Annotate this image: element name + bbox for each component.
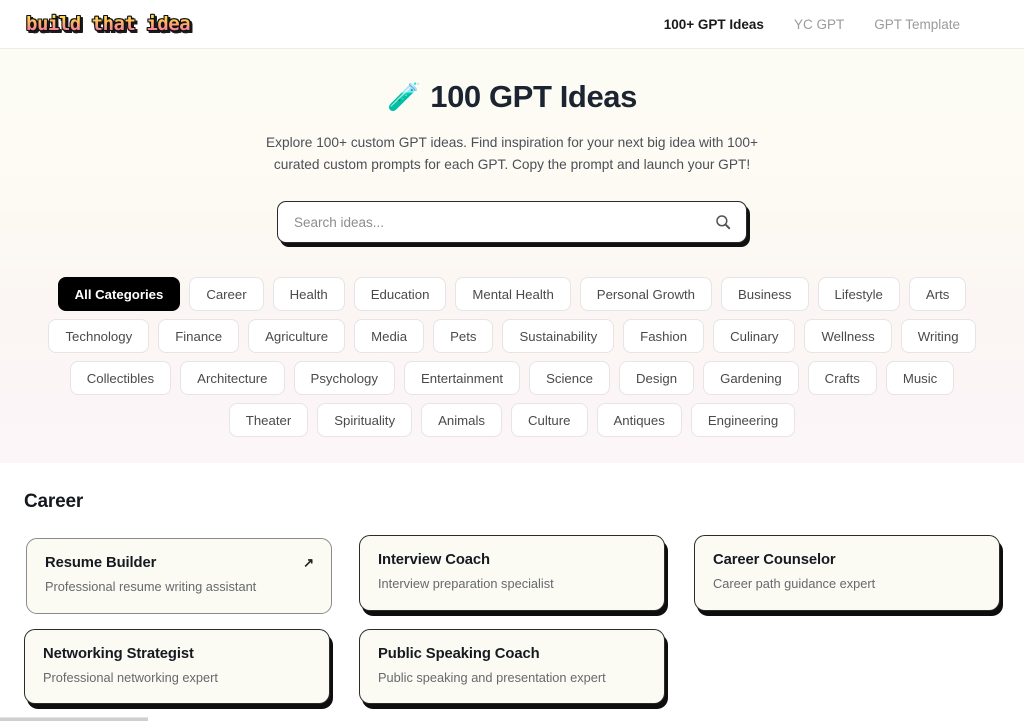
category-pill-32[interactable]: Antiques <box>596 403 682 438</box>
category-pill-19[interactable]: Collectibles <box>69 361 172 396</box>
idea-card-description: Professional resume writing assistant <box>45 579 257 595</box>
category-pill-15[interactable]: Fashion <box>623 319 705 354</box>
arrow-up-right-icon[interactable]: ↗ <box>303 556 314 569</box>
category-pill-4[interactable]: Mental Health <box>455 277 571 312</box>
category-pill-5[interactable]: Personal Growth <box>579 277 712 312</box>
category-pill-30[interactable]: Animals <box>421 403 502 438</box>
category-pill-26[interactable]: Crafts <box>807 361 877 396</box>
idea-card[interactable]: Interview Coach Interview preparation spe… <box>359 535 665 611</box>
category-pill-18[interactable]: Writing <box>900 319 976 354</box>
category-pill-29[interactable]: Spirituality <box>317 403 413 438</box>
idea-card[interactable]: Networking Strategist Professional networ… <box>24 628 330 704</box>
category-pill-22[interactable]: Entertainment <box>403 361 521 396</box>
idea-card-grid: Resume Builder Professional resume writin… <box>24 535 1000 704</box>
category-pill-10[interactable]: Finance <box>158 319 240 354</box>
search-box[interactable] <box>277 201 747 244</box>
category-pill-28[interactable]: Theater <box>228 403 309 438</box>
category-pill-1[interactable]: Career <box>189 277 264 312</box>
hero-subtitle: Explore 100+ custom GPT ideas. Find insp… <box>265 135 758 173</box>
horizontal-scrollbar[interactable] <box>0 717 148 721</box>
idea-card-title: Resume Builder <box>45 555 157 572</box>
category-pill-17[interactable]: Wellness <box>804 319 892 354</box>
category-pill-16[interactable]: Culinary <box>713 319 796 354</box>
category-pill-14[interactable]: Sustainability <box>502 319 615 354</box>
category-pill-13[interactable]: Pets <box>433 319 494 354</box>
page-root: build that idea 100+ GPT Ideas YC GPT GPT … <box>0 0 1024 721</box>
category-pill-27[interactable]: Music <box>885 361 955 396</box>
category-pill-7[interactable]: Lifestyle <box>817 277 900 312</box>
hero-section: 🧪 100 GPT Ideas Explore 100+ custom GPT … <box>0 49 1024 464</box>
site-logo[interactable]: build that idea <box>24 13 192 36</box>
search-icon[interactable] <box>714 213 732 231</box>
category-pill-23[interactable]: Science <box>529 361 611 396</box>
main-nav: 100+ GPT Ideas YC GPT GPT Template <box>664 17 1000 32</box>
category-pill-3[interactable]: Education <box>353 277 447 312</box>
page-title: 🧪 100 GPT Ideas <box>0 79 1024 115</box>
nav-link-2[interactable]: GPT Template <box>874 17 960 32</box>
idea-card-description: Career path guidance expert <box>713 576 876 592</box>
idea-card-title: Interview Coach <box>378 552 490 569</box>
idea-card-description: Interview preparation specialist <box>378 576 554 592</box>
test-tube-icon: 🧪 <box>387 81 421 112</box>
idea-card-description: Professional networking expert <box>43 669 218 685</box>
category-pill-21[interactable]: Psychology <box>293 361 395 396</box>
nav-link-0[interactable]: 100+ GPT Ideas <box>664 17 764 32</box>
results-section: Career Resume Builder Professional resume… <box>0 463 1024 704</box>
site-header: build that idea 100+ GPT Ideas YC GPT GPT … <box>0 0 1024 49</box>
category-pill-0[interactable]: All Categories <box>57 277 181 312</box>
search-container <box>277 201 747 244</box>
idea-card[interactable]: Public Speaking Coach Public speaking and… <box>359 628 665 704</box>
idea-card-title: Career Counselor <box>713 552 836 569</box>
category-pill-9[interactable]: Technology <box>48 319 150 354</box>
idea-card[interactable]: Resume Builder Professional resume writin… <box>26 538 332 614</box>
category-pill-25[interactable]: Gardening <box>703 361 799 396</box>
nav-link-1[interactable]: YC GPT <box>794 17 844 32</box>
idea-card[interactable]: Career Counselor Career path guidance exp… <box>694 535 1000 611</box>
category-filter-list: All Categories Career Health Education Menta… <box>12 243 1012 438</box>
category-pill-33[interactable]: Engineering <box>690 403 796 438</box>
search-input[interactable] <box>292 213 714 231</box>
category-pill-11[interactable]: Agriculture <box>248 319 346 354</box>
idea-card-title: Networking Strategist <box>43 645 194 662</box>
category-pill-24[interactable]: Design <box>619 361 695 396</box>
category-pill-20[interactable]: Architecture <box>180 361 285 396</box>
category-pill-12[interactable]: Media <box>354 319 425 354</box>
category-pill-8[interactable]: Arts <box>908 277 967 312</box>
category-pill-31[interactable]: Culture <box>510 403 588 438</box>
category-pill-2[interactable]: Health <box>272 277 345 312</box>
idea-card-title: Public Speaking Coach <box>378 645 540 662</box>
idea-card-description: Public speaking and presentation expert <box>378 669 606 685</box>
page-title-text: 100 GPT Ideas <box>430 79 637 114</box>
category-pill-6[interactable]: Business <box>721 277 809 312</box>
section-title: Career <box>24 491 84 513</box>
